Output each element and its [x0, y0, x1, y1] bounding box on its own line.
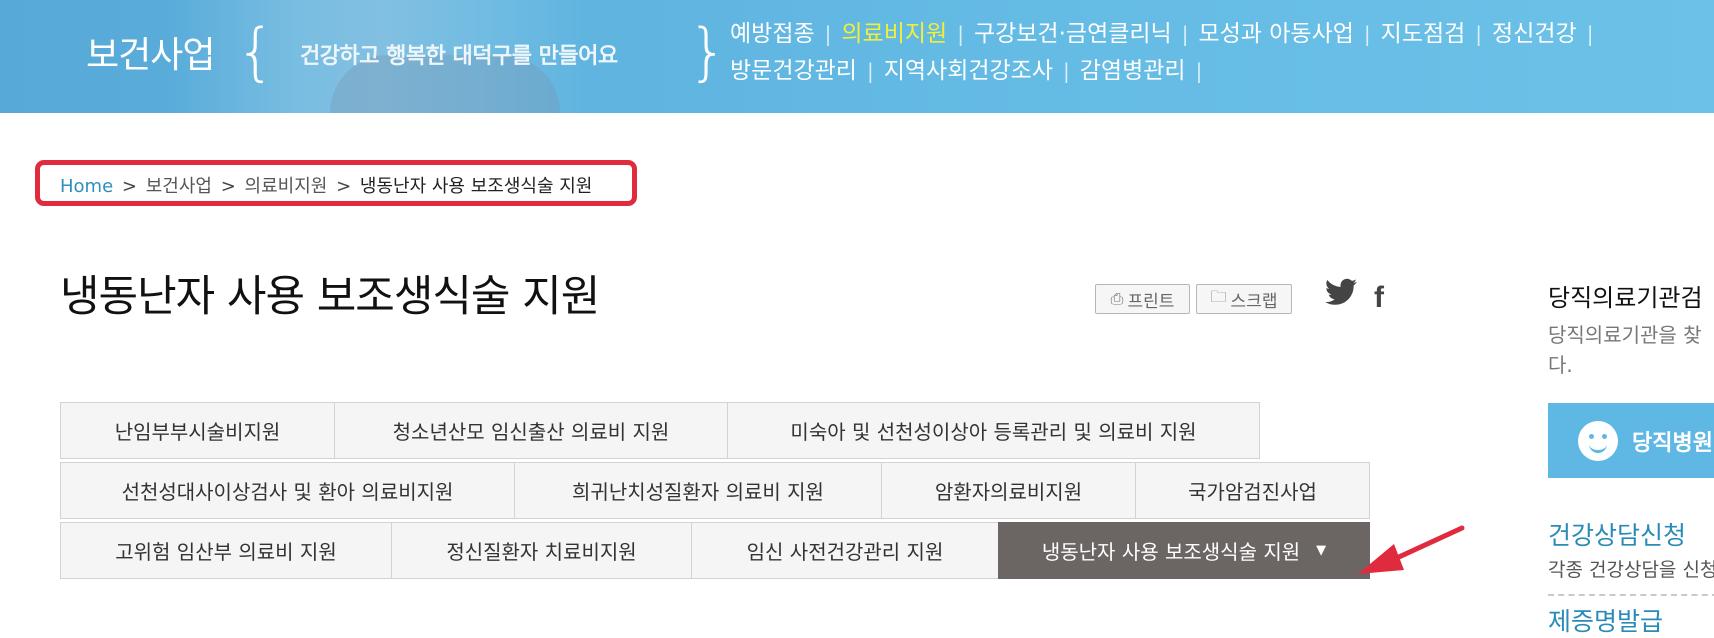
health-consultation-description: 각종 건강상담을 신청: [1548, 559, 1714, 581]
sidebar-description-line2: 다.: [1548, 353, 1573, 377]
active-tab-label: 냉동난자 사용 보조생식술 지원: [1041, 540, 1301, 564]
right-brace: }: [688, 15, 728, 88]
nav-item-oral-health[interactable]: 구강보건·금연클리닉: [974, 21, 1172, 47]
sidebar-description: 당직의료기관을 찾다.: [1548, 320, 1714, 380]
print-button[interactable]: ⎙ 프린트: [1095, 284, 1190, 314]
chevron-down-icon: ▼: [1316, 543, 1327, 558]
nav-separator: |: [1363, 22, 1371, 46]
nav-item-maternal-child[interactable]: 모성과 아동사업: [1198, 21, 1353, 47]
on-duty-hospital-button[interactable]: 당직병원: [1548, 403, 1714, 478]
scrap-button[interactable]: 🗀 스크랩: [1196, 284, 1292, 314]
breadcrumb-separator: >: [220, 176, 236, 197]
nav-separator: |: [1475, 22, 1483, 46]
print-label: 프린트: [1127, 291, 1175, 312]
breadcrumb-item-health-projects[interactable]: 보건사업: [146, 176, 212, 197]
sidebar-divider: [1548, 594, 1714, 596]
breadcrumb-current: 냉동난자 사용 보조생식술 지원: [359, 176, 593, 197]
sidebar-description-line1: 당직의료기관을 찾: [1548, 323, 1702, 347]
nav-separator: |: [1586, 22, 1594, 46]
breadcrumb-item-medical-support[interactable]: 의료비지원: [245, 176, 328, 197]
tab-premature-infant-support[interactable]: 미숙아 및 선천성이상아 등록관리 및 의료비 지원: [727, 402, 1260, 459]
tab-high-risk-pregnancy[interactable]: 고위험 임산부 의료비 지원: [60, 522, 392, 579]
nav-item-home-visit[interactable]: 방문건강관리: [730, 58, 857, 84]
slogan: 건강하고 행복한 대덕구를 만들어요: [300, 44, 618, 69]
nav-item-inspection[interactable]: 지도점검: [1381, 21, 1466, 47]
certificate-issuance-link[interactable]: 제증명발급: [1548, 602, 1663, 638]
tab-cancer-patient-support[interactable]: 암환자의료비지원: [881, 462, 1136, 519]
nav-separator: |: [1063, 59, 1070, 83]
top-navigation: 예방접종 | 의료비지원 | 구강보건·금연클리닉 | 모성과 아동사업 | 지도점검 | 정신건강…: [730, 16, 1710, 90]
breadcrumb-separator: >: [121, 176, 137, 197]
nav-separator: |: [1195, 59, 1203, 83]
tab-infertility-support[interactable]: 난임부부시술비지원: [60, 402, 335, 459]
nav-separator: |: [1181, 22, 1189, 46]
nav-item-vaccination[interactable]: 예방접종: [730, 21, 815, 47]
tab-mental-illness-support[interactable]: 정신질환자 치료비지원: [391, 522, 692, 579]
facebook-icon[interactable]: f: [1374, 278, 1384, 318]
tab-frozen-egg-art-support[interactable]: 냉동난자 사용 보조생식술 지원 ▼: [998, 522, 1370, 579]
scrap-label: 스크랩: [1230, 291, 1278, 312]
nav-item-medical-support[interactable]: 의료비지원: [841, 21, 947, 47]
tab-pre-pregnancy-care[interactable]: 임신 사전건강관리 지원: [691, 522, 999, 579]
twitter-bird-shape: [1325, 278, 1357, 305]
tab-teen-mother-support[interactable]: 청소년산모 임신출산 의료비 지원: [334, 402, 728, 459]
on-duty-hospital-label: 당직병원: [1632, 430, 1713, 456]
section-title: 보건사업: [86, 35, 215, 76]
nav-item-infectious-disease[interactable]: 감염병관리: [1080, 58, 1186, 84]
health-consultation-link[interactable]: 건강상담신청: [1548, 516, 1686, 552]
nav-item-mental-health[interactable]: 정신건강: [1492, 21, 1577, 47]
page-title: 냉동난자 사용 보조생식술 지원: [60, 272, 600, 322]
left-brace: {: [236, 15, 276, 88]
printer-icon: ⎙: [1110, 289, 1124, 308]
tab-rare-disease-support[interactable]: 희귀난치성질환자 의료비 지원: [514, 462, 882, 519]
folder-icon: 🗀: [1210, 286, 1227, 306]
smiley-icon: [1578, 420, 1618, 461]
sidebar-heading: 당직의료기관검: [1548, 284, 1703, 312]
nav-separator: |: [866, 59, 874, 83]
nav-separator: |: [824, 22, 832, 46]
tab-national-cancer-screening[interactable]: 국가암검진사업: [1135, 462, 1370, 519]
breadcrumb-separator: >: [336, 176, 352, 197]
annotation-arrow-icon: [1358, 525, 1465, 574]
twitter-icon[interactable]: [1325, 278, 1357, 318]
nav-item-community-survey[interactable]: 지역사회건강조사: [884, 58, 1053, 84]
breadcrumb: Home > 보건사업 > 의료비지원 > 냉동난자 사용 보조생식술 지원: [60, 172, 592, 198]
breadcrumb-home-link[interactable]: Home: [60, 176, 113, 197]
nav-separator: |: [957, 22, 964, 46]
tab-congenital-metabolic-test[interactable]: 선천성대사이상검사 및 환아 의료비지원: [60, 462, 515, 519]
header-banner: 보건사업 { 건강하고 행복한 대덕구를 만들어요 } 예방접종 | 의료비지원 | 구…: [0, 0, 1714, 113]
